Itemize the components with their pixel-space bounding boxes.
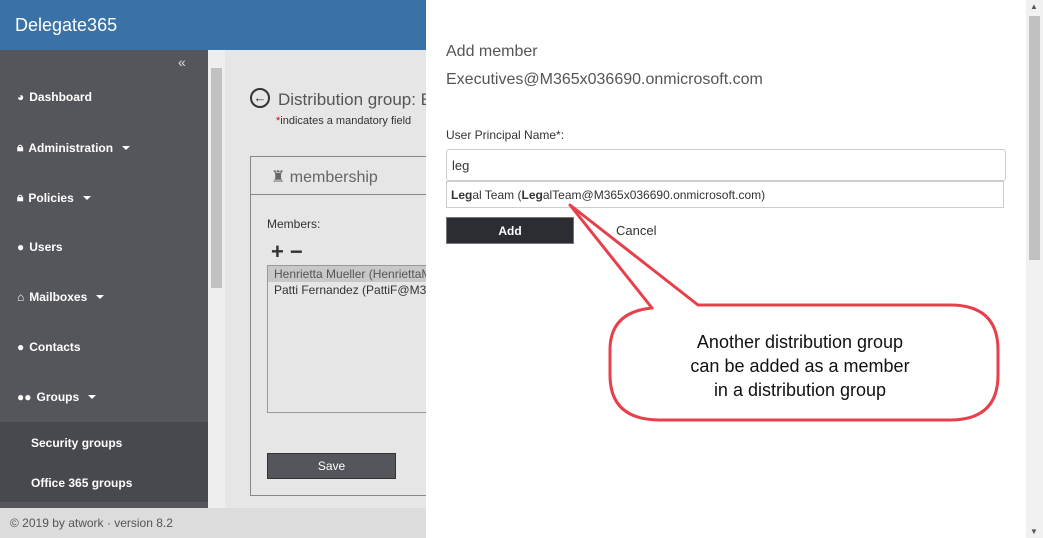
callout-text: Another distribution group can be added a… [690,332,910,400]
callout-bubble [568,203,1000,422]
